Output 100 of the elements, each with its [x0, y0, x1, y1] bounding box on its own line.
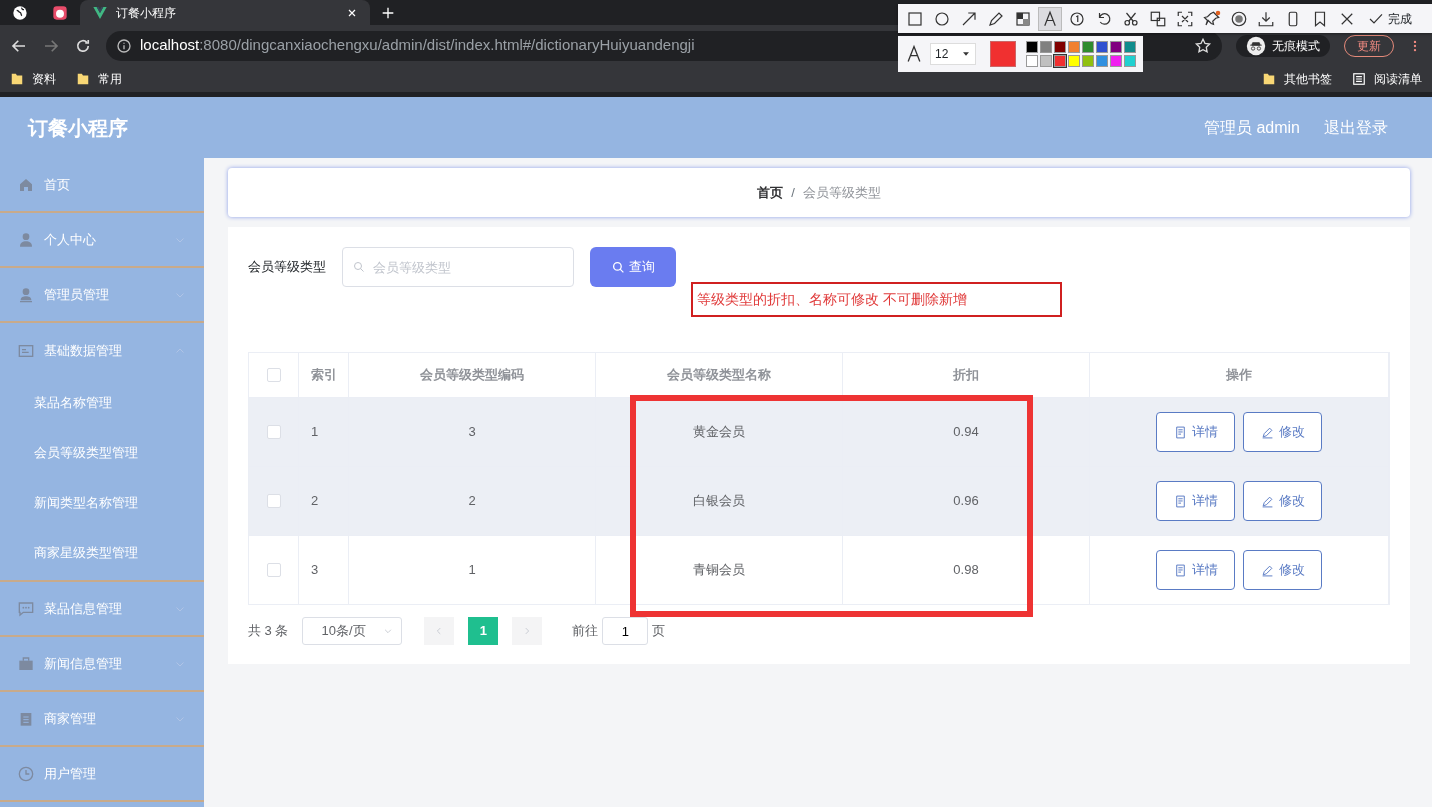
goto-label: 前往	[572, 622, 599, 641]
user-name: 管理员 admin	[1203, 117, 1300, 138]
breadcrumb-separator: /	[791, 183, 795, 202]
table-cell: 黄金会员	[596, 398, 843, 467]
action-button[interactable]: 详情	[1156, 481, 1235, 521]
current-color-swatch	[990, 41, 1016, 67]
incognito-icon	[1246, 35, 1266, 56]
folder-icon[interactable]	[10, 72, 24, 86]
font-size-select[interactable]: 12	[930, 43, 976, 65]
color-swatch[interactable]	[1110, 55, 1122, 67]
table-cell: 0.96	[843, 467, 1090, 536]
app-title: 订餐小程序	[28, 115, 128, 141]
bookmark-link[interactable]: 其他书签	[1284, 70, 1332, 88]
color-swatch[interactable]	[1124, 41, 1136, 53]
table-cell: 1	[299, 398, 349, 467]
star-icon[interactable]	[1194, 36, 1212, 55]
translate-icon[interactable]	[1149, 9, 1167, 28]
bookmark-link[interactable]: 资料	[32, 70, 56, 88]
pencil-icon	[1260, 563, 1274, 577]
circle-icon[interactable]	[933, 9, 951, 28]
document-icon	[1173, 563, 1187, 577]
incognito-badge[interactable]: 无痕模式	[1236, 34, 1330, 57]
plus-icon[interactable]	[380, 5, 396, 21]
table-cell: 白银会员	[596, 467, 843, 536]
search-icon	[353, 261, 365, 273]
action-button[interactable]: 修改	[1243, 412, 1322, 452]
color-swatch[interactable]	[1040, 55, 1052, 67]
search-icon	[611, 260, 625, 274]
table-cell: 3	[299, 536, 349, 605]
scan-icon[interactable]	[1176, 9, 1194, 28]
letter-a-icon[interactable]	[1041, 9, 1059, 28]
action-button[interactable]: 详情	[1156, 550, 1235, 590]
color-swatch[interactable]	[1068, 55, 1080, 67]
document-icon	[1173, 494, 1187, 508]
folder-icon[interactable]	[76, 72, 90, 86]
total-count: 共 3 条	[248, 622, 289, 641]
breadcrumb-item[interactable]: 首页	[757, 182, 784, 203]
color-swatch[interactable]	[1026, 55, 1038, 67]
action-button[interactable]: 详情	[1156, 412, 1235, 452]
table-cell: 1	[349, 536, 596, 605]
app-icon	[52, 4, 68, 21]
list-icon[interactable]	[1352, 72, 1366, 86]
clipboard-icon	[18, 710, 34, 727]
id-card-icon	[18, 342, 34, 359]
globe-icon	[12, 4, 28, 21]
table-cell: 0.98	[843, 536, 1090, 605]
color-swatch[interactable]	[1082, 55, 1094, 67]
search-field[interactable]: 会员等级类型	[342, 247, 574, 287]
breadcrumb-item: 会员等级类型	[802, 183, 881, 202]
document-icon	[1173, 425, 1187, 439]
table-cell: 2	[299, 467, 349, 536]
page-size-select[interactable]: 10条/页	[302, 617, 403, 645]
color-swatch[interactable]	[1054, 41, 1066, 53]
page-number[interactable]: 1	[468, 617, 499, 645]
row-checkbox[interactable]	[266, 563, 281, 577]
table-cell: 3	[349, 398, 596, 467]
search-button[interactable]: 查询	[590, 247, 676, 287]
table-cell: 青铜会员	[596, 536, 843, 605]
row-checkbox[interactable]	[266, 425, 281, 439]
pin-icon[interactable]	[1203, 9, 1221, 28]
color-swatch[interactable]	[1040, 41, 1052, 53]
bookmark-link[interactable]: 阅读清单	[1374, 70, 1422, 88]
color-swatch[interactable]	[1082, 41, 1094, 53]
color-swatch[interactable]	[1054, 55, 1066, 67]
browser-tab[interactable]: 订餐小程序	[80, 0, 370, 25]
download-icon[interactable]	[1257, 9, 1275, 28]
color-swatch[interactable]	[1096, 41, 1108, 53]
square-icon[interactable]	[906, 9, 924, 28]
color-swatch[interactable]	[1068, 41, 1080, 53]
person-icon	[18, 286, 34, 303]
clock-icon	[18, 765, 34, 782]
select-all-checkbox[interactable]	[266, 368, 281, 382]
color-swatch[interactable]	[1124, 55, 1136, 67]
person-icon	[18, 231, 34, 248]
color-swatch[interactable]	[1110, 41, 1122, 53]
page-unit-label: 页	[652, 622, 666, 641]
done-button[interactable]: 完成	[1367, 8, 1413, 29]
bookmark-link[interactable]: 常用	[98, 70, 122, 88]
chevron-down-icon	[383, 626, 394, 636]
page-input[interactable]: 1	[602, 617, 649, 645]
action-button[interactable]: 修改	[1243, 550, 1322, 590]
record-icon[interactable]	[1230, 9, 1248, 28]
color-swatch[interactable]	[1026, 41, 1038, 53]
pencil-icon	[1260, 425, 1274, 439]
v-logo-icon	[92, 4, 108, 21]
search-label: 会员等级类型	[248, 258, 326, 277]
table-cell: 2	[349, 467, 596, 536]
pencil-icon	[1260, 494, 1274, 508]
briefcase-icon	[18, 655, 34, 672]
action-button[interactable]: 修改	[1243, 481, 1322, 521]
folder-icon[interactable]	[1262, 72, 1276, 86]
row-checkbox[interactable]	[266, 494, 281, 508]
arrow-icon[interactable]	[960, 9, 978, 28]
color-swatch[interactable]	[1096, 55, 1108, 67]
table-cell: 0.94	[843, 398, 1090, 467]
chat-bubble-icon	[18, 600, 34, 617]
mosaic-icon[interactable]	[1014, 9, 1032, 28]
url-text: localhost:8080/dingcanxiaochengxu/admin/dist/index.html#/dictionaryHuiyuandengji	[140, 35, 695, 56]
house-icon	[18, 176, 34, 193]
numbered-circle-icon[interactable]	[1068, 9, 1086, 28]
